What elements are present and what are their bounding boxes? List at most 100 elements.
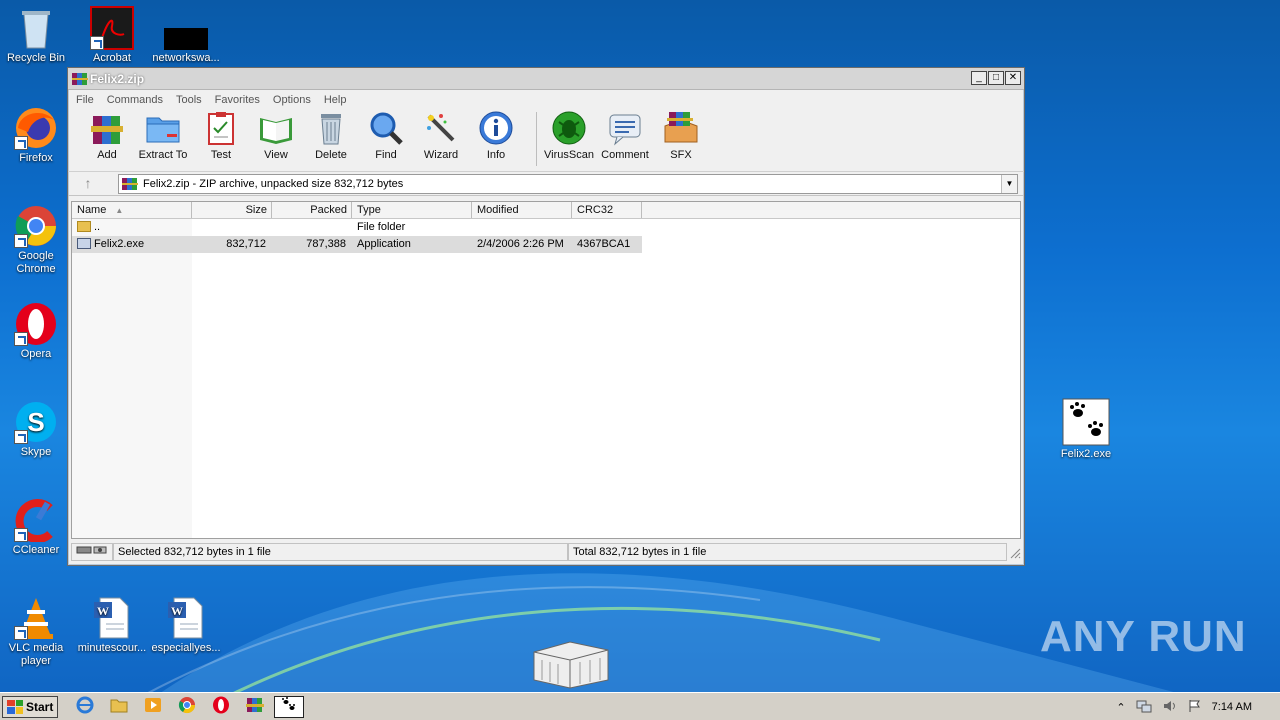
taskbar-opera[interactable] <box>206 696 236 718</box>
recycle-bin-icon <box>14 6 58 50</box>
taskbar-felix[interactable] <box>274 695 305 718</box>
menu-tools[interactable]: Tools <box>176 94 208 106</box>
desktop-icon-especially-doc[interactable]: W especiallyes... <box>150 596 222 655</box>
address-field[interactable]: Felix2.zip - ZIP archive, unpacked size … <box>118 173 1018 194</box>
desktop-icon-label: Skype <box>20 446 52 458</box>
desktop-icon-felix[interactable]: Felix2.exe <box>1050 398 1122 461</box>
column-packed[interactable]: Packed <box>272 202 352 218</box>
paw-prints-icon <box>280 696 298 717</box>
firefox-icon <box>14 106 58 150</box>
address-dropdown-icon[interactable]: ▼ <box>1001 174 1017 193</box>
minimize-button[interactable]: _ <box>971 71 987 85</box>
add-button[interactable]: Add <box>86 110 128 161</box>
wizard-button[interactable]: Wizard <box>418 110 464 161</box>
up-folder-button[interactable]: ↑ <box>74 174 102 194</box>
drive-icon[interactable] <box>71 543 113 561</box>
find-button[interactable]: Find <box>354 110 418 161</box>
shortcut-arrow-icon <box>14 528 28 542</box>
winrar-icon <box>72 72 88 86</box>
info-icon <box>478 110 514 146</box>
column-modified[interactable]: Modified <box>472 202 572 218</box>
desktop-icon-acrobat[interactable]: Acrobat <box>76 6 148 65</box>
shortcut-arrow-icon <box>14 430 28 444</box>
table-row[interactable]: .. File folder <box>72 219 1020 236</box>
volume-icon[interactable] <box>1162 699 1178 716</box>
test-button[interactable]: Test <box>198 110 244 161</box>
column-size[interactable]: Size <box>192 202 272 218</box>
menu-file[interactable]: File <box>76 94 100 106</box>
delete-button[interactable]: Delete <box>308 110 354 161</box>
column-crc32[interactable]: CRC32 <box>572 202 642 218</box>
desktop-icon-label: minutescour... <box>77 642 147 654</box>
desktop-icon-label: Opera <box>20 348 52 360</box>
file-list: Name ▲ Size Packed Type Modified CRC32 .… <box>71 201 1021 539</box>
windows-logo-icon <box>7 699 23 714</box>
desktop-icon-recycle-bin[interactable]: Recycle Bin <box>0 6 72 65</box>
shortcut-arrow-icon <box>14 136 28 150</box>
row-type: File folder <box>357 221 406 233</box>
maximize-button[interactable]: □ <box>988 71 1004 85</box>
chrome-icon <box>14 204 58 248</box>
sfx-button[interactable]: SFX <box>657 110 705 161</box>
table-row[interactable]: Felix2.exe 832,712 787,388 Application 2… <box>72 236 1020 253</box>
row-name: Felix2.exe <box>94 238 145 250</box>
resize-grip-icon[interactable] <box>1007 545 1021 559</box>
svg-text:W: W <box>171 604 183 618</box>
column-name[interactable]: Name ▲ <box>72 202 192 218</box>
row-size: 832,712 <box>192 236 272 253</box>
show-hidden-icons-icon[interactable]: ⌃ <box>1116 701 1125 714</box>
clock[interactable]: 7:14 AM <box>1212 701 1252 713</box>
desktop-icon-opera[interactable]: Opera <box>0 302 72 361</box>
action-center-flag-icon[interactable] <box>1188 699 1202 716</box>
taskbar-media-player[interactable] <box>138 696 168 718</box>
folder-icon <box>77 221 91 232</box>
close-button[interactable]: ✕ <box>1005 71 1021 85</box>
start-button[interactable]: Start <box>2 695 59 718</box>
desktop-icon-vlc[interactable]: VLC media player <box>0 596 72 668</box>
extract-to-button[interactable]: Extract To <box>128 110 198 161</box>
ccleaner-icon <box>14 498 58 543</box>
desktop-icon-ccleaner[interactable]: CCleaner <box>0 498 72 557</box>
network-file-icon <box>164 6 208 50</box>
desktop-icon-chrome[interactable]: Google Chrome <box>0 204 72 276</box>
folder-icon <box>145 110 181 146</box>
desktop-icon-network[interactable]: networkswa... <box>150 6 222 65</box>
trash-can-icon <box>313 110 349 146</box>
sfx-box-icon <box>663 110 699 146</box>
virusscan-button[interactable]: VirusScan <box>544 110 594 161</box>
view-button[interactable]: View <box>244 110 308 161</box>
info-button[interactable]: Info <box>464 110 528 161</box>
desktop-icon-label: VLC media player <box>8 642 64 667</box>
taskbar-winrar[interactable] <box>240 696 270 718</box>
desktop-icon-minutes-doc[interactable]: W minutescour... <box>76 596 148 655</box>
system-tray: ⌃ 7:14 AM <box>1116 693 1280 720</box>
network-tray-icon[interactable] <box>1136 699 1152 716</box>
menu-commands[interactable]: Commands <box>107 94 169 106</box>
title-bar[interactable]: Felix2.zip _ □ ✕ <box>68 68 1024 90</box>
vlc-cone-icon <box>14 596 58 640</box>
media-player-icon <box>144 696 162 717</box>
desktop-icon-firefox[interactable]: Firefox <box>0 106 72 165</box>
taskbar-internet-explorer[interactable] <box>70 696 100 718</box>
magic-wand-icon <box>423 110 459 146</box>
taskbar-explorer[interactable] <box>104 696 134 718</box>
column-type[interactable]: Type <box>352 202 472 218</box>
open-book-icon <box>258 110 294 146</box>
menu-favorites[interactable]: Favorites <box>215 94 266 106</box>
desktop-icon-skype[interactable]: S Skype <box>0 400 72 459</box>
comment-button[interactable]: Comment <box>593 110 657 161</box>
menu-options[interactable]: Options <box>273 94 317 106</box>
word-document-icon: W <box>90 596 134 640</box>
row-name: .. <box>94 221 101 233</box>
paw-prints-icon <box>1062 398 1110 446</box>
desktop-icon-label: Recycle Bin <box>6 52 66 64</box>
taskbar-chrome[interactable] <box>172 696 202 718</box>
chrome-icon <box>178 696 196 717</box>
desktop-icon-label: Google Chrome <box>16 250 56 275</box>
winrar-icon <box>122 177 138 191</box>
virus-scan-icon <box>551 110 587 146</box>
menu-help[interactable]: Help <box>324 94 353 106</box>
name-column-shade <box>72 219 192 538</box>
application-icon <box>77 238 91 249</box>
status-selected: Selected 832,712 bytes in 1 file <box>113 543 568 561</box>
